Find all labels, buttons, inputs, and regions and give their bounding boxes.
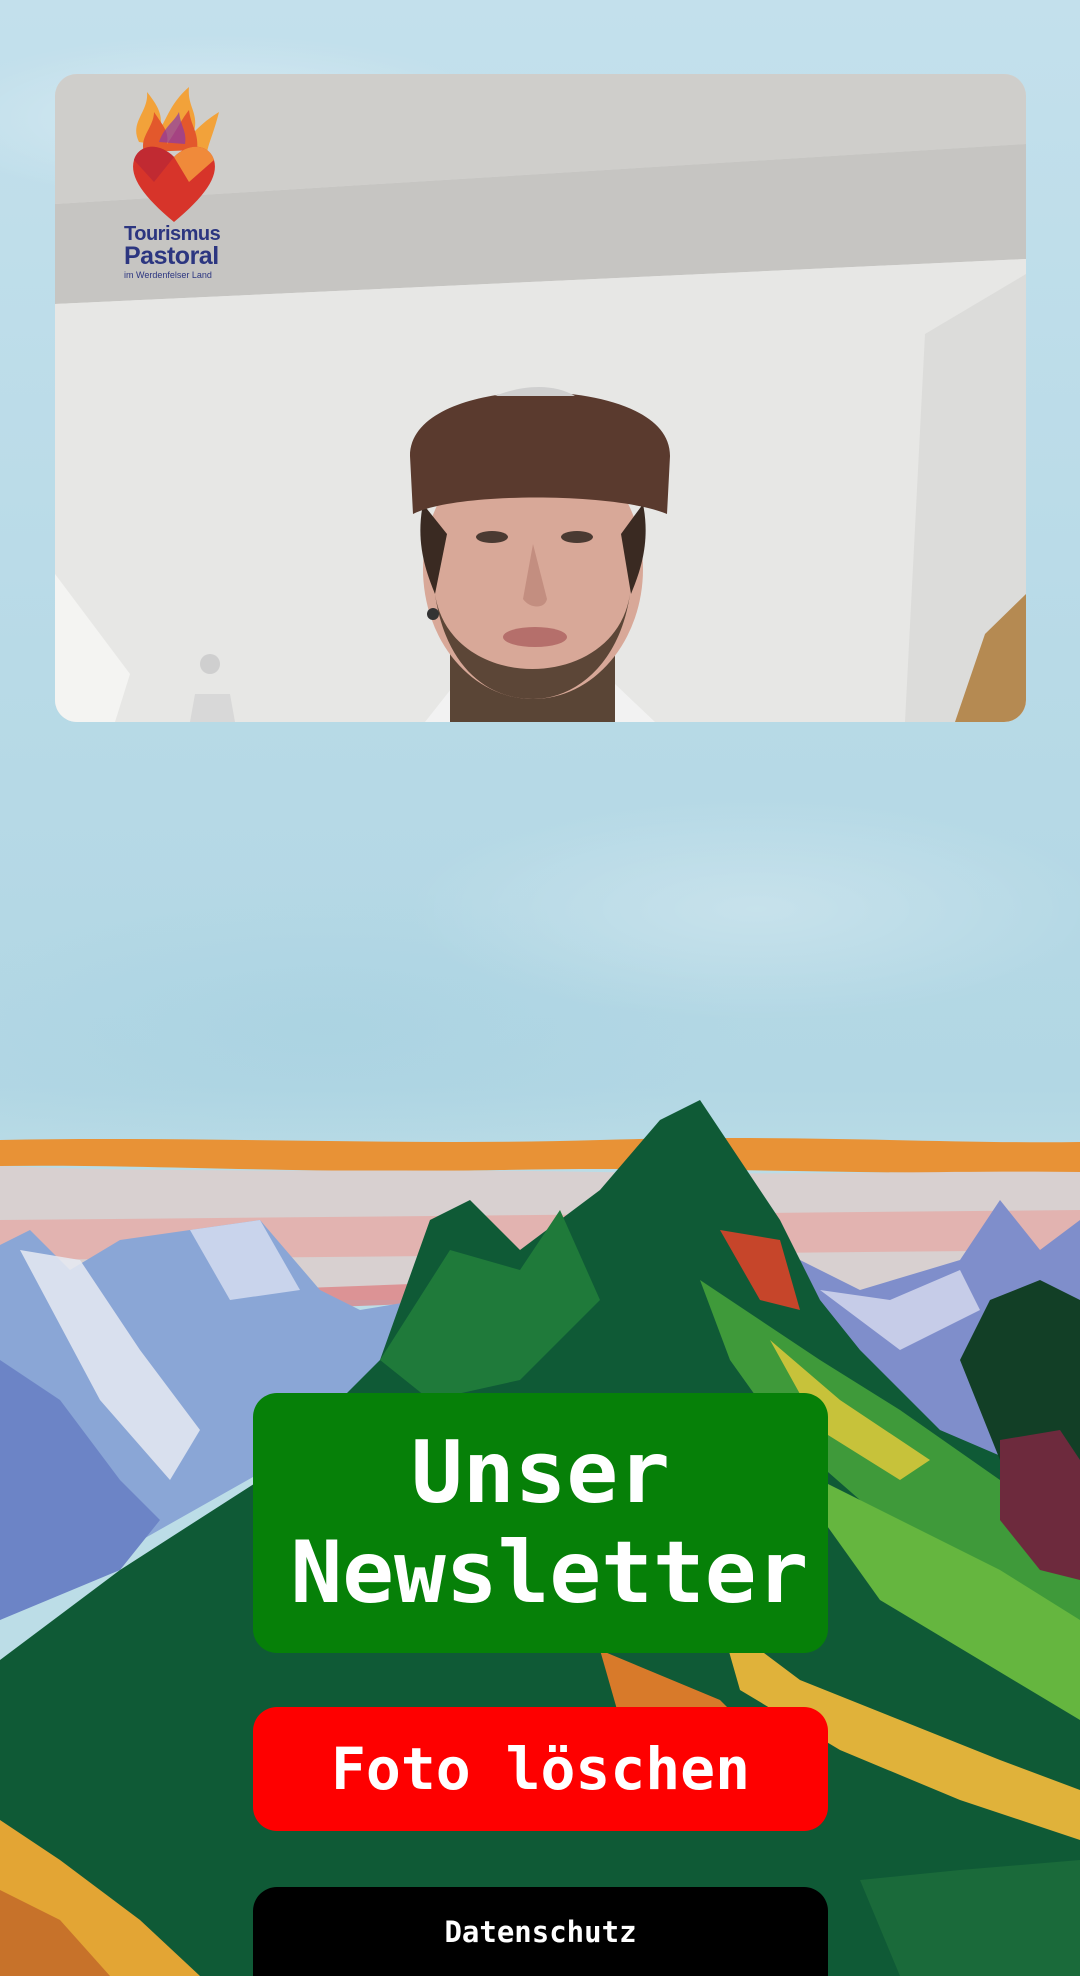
newsletter-button-label: Unser Newsletter: [290, 1423, 809, 1623]
logo-line-1: Tourismus: [124, 223, 221, 245]
delete-photo-button[interactable]: Foto löschen: [253, 1707, 828, 1831]
privacy-button-label: Datenschutz: [444, 1914, 637, 1949]
delete-photo-button-label: Foto löschen: [330, 1735, 751, 1803]
logo-line-3: im Werdenfelser Land: [124, 270, 212, 280]
newsletter-button[interactable]: Unser Newsletter: [253, 1393, 828, 1653]
camera-preview: Tourismus Pastoral im Werdenfelser Land: [55, 74, 1026, 722]
logo-text: Tourismus Pastoral im Werdenfelser Land: [124, 224, 234, 280]
logo-line-2: Pastoral: [124, 242, 219, 270]
privacy-button[interactable]: Datenschutz: [253, 1887, 828, 1976]
